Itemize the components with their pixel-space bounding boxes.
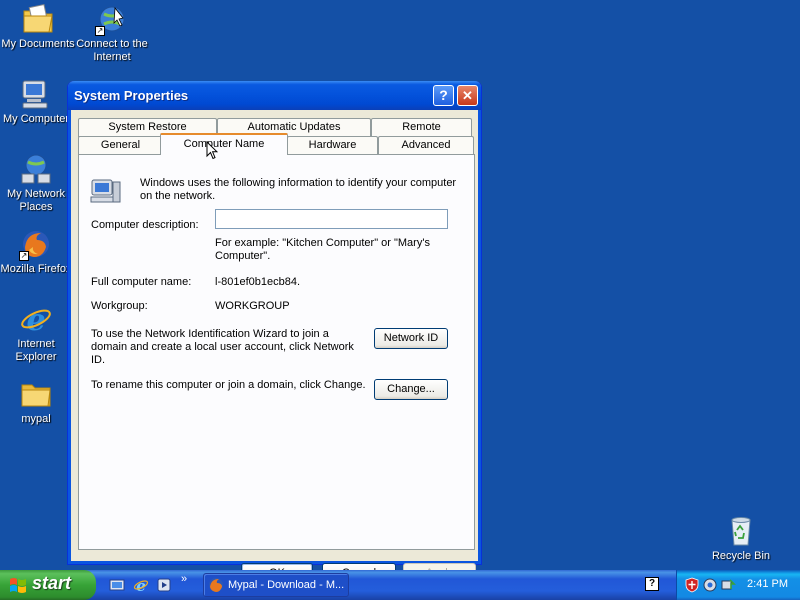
taskbar-item-label: Mypal - Download - M...	[228, 579, 345, 591]
system-properties-window: System Properties ? ✕ System Restore Aut…	[67, 81, 482, 584]
desktop-icon-label: Internet Explorer	[15, 338, 57, 363]
computer-network-icon	[90, 179, 121, 203]
windows-logo-icon	[10, 578, 26, 593]
network-id-button[interactable]: Network ID	[374, 328, 448, 349]
full-computer-name-value: l-801ef0b1ecb84.	[215, 276, 301, 288]
network-wizard-text: To use the Network Identification Wizard…	[91, 328, 354, 366]
desktop-icon-label: My Computer	[2, 113, 70, 125]
clock: 2:41 PM	[747, 578, 788, 590]
tab-hardware[interactable]: Hardware	[287, 136, 378, 155]
window-title: System Properties	[74, 88, 189, 103]
desktop-icon-firefox[interactable]: ↗ Mozilla Firefox	[0, 227, 74, 276]
desktop-icon-my-documents[interactable]: My Documents	[0, 2, 76, 51]
intro-text: Windows uses the following information t…	[140, 177, 457, 202]
my-computer-icon	[22, 80, 48, 109]
help-button[interactable]: ?	[433, 85, 454, 106]
network-tray-icon[interactable]	[702, 577, 718, 593]
computer-name-panel: Windows uses the following information t…	[78, 154, 475, 550]
taskbar: start e » Mypal - Download - M... ? 2:41…	[0, 570, 800, 600]
tab-label: Remote	[402, 121, 441, 133]
computer-description-label: Computer description:	[91, 219, 199, 231]
security-shield-icon[interactable]	[684, 577, 700, 593]
desktop-icon-my-computer[interactable]: My Computer	[0, 77, 74, 126]
tab-label: Hardware	[308, 139, 357, 151]
title-bar[interactable]: System Properties ? ✕	[68, 81, 481, 110]
system-tray: 2:41 PM	[676, 570, 800, 600]
internet-explorer-icon: e	[21, 303, 51, 336]
mouse-cursor-icon	[206, 141, 218, 160]
tab-label: General	[100, 139, 141, 151]
tab-advanced[interactable]: Advanced	[378, 136, 474, 155]
desktop-icon-mypal[interactable]: mypal	[0, 377, 74, 426]
svg-text:e: e	[136, 577, 146, 593]
svg-text:e: e	[26, 303, 45, 336]
close-button[interactable]: ✕	[457, 85, 478, 106]
computer-description-input[interactable]	[215, 209, 448, 229]
taskbar-item-mypal[interactable]: Mypal - Download - M...	[203, 573, 349, 597]
tab-general[interactable]: General	[78, 136, 163, 155]
desktop-icon-label: My Network Places	[6, 188, 66, 213]
desktop-icon-label: Connect to the Internet	[76, 38, 148, 63]
network-places-icon	[21, 154, 51, 184]
tab-computer-name[interactable]: Computer Name	[160, 133, 288, 155]
tab-label: Computer Name	[183, 138, 265, 150]
recycle-bin-icon	[731, 517, 751, 546]
example-text: For example: "Kitchen Computer" or "Mary…	[215, 237, 430, 262]
desktop-show-icon[interactable]	[109, 577, 125, 593]
help-tray-icon[interactable]: ?	[645, 577, 659, 591]
full-computer-name-label: Full computer name:	[91, 276, 192, 288]
quick-launch-chevron[interactable]: »	[181, 573, 187, 585]
window-body: System Restore Automatic Updates Remote …	[71, 110, 478, 584]
start-button[interactable]: start	[0, 570, 96, 600]
shortcut-arrow-icon: ↗	[19, 251, 29, 261]
workgroup-value: WORKGROUP	[215, 300, 290, 312]
desktop-icon-internet-explorer[interactable]: e Internet Explorer	[0, 302, 74, 364]
desktop-icon-label: Recycle Bin	[711, 550, 771, 562]
desktop-icon-label: mypal	[21, 413, 51, 425]
safely-remove-icon[interactable]	[720, 577, 736, 593]
tab-label: Advanced	[401, 139, 451, 151]
workgroup-label: Workgroup:	[91, 300, 148, 312]
desktop-icon-label: My Documents	[1, 38, 75, 50]
change-button[interactable]: Change...	[374, 379, 448, 400]
internet-explorer-icon[interactable]: e	[133, 577, 149, 593]
desktop-icon-connect-internet[interactable]: ↗ Connect to the Internet	[74, 2, 150, 64]
tab-label: System Restore	[108, 121, 187, 133]
desktop-icon-network-places[interactable]: My Network Places	[0, 152, 74, 214]
folder-icon	[21, 384, 51, 407]
tab-remote[interactable]: Remote	[371, 118, 472, 137]
desktop-icon-recycle-bin[interactable]: Recycle Bin	[703, 514, 779, 563]
tab-label: Automatic Updates	[247, 121, 341, 133]
firefox-icon	[209, 578, 223, 592]
my-documents-icon	[23, 3, 53, 33]
shortcut-arrow-icon: ↗	[95, 26, 105, 36]
media-player-icon[interactable]	[156, 577, 172, 593]
start-label: start	[32, 573, 72, 593]
desktop-icon-label: Mozilla Firefox	[0, 263, 72, 275]
rename-text: To rename this computer or join a domain…	[91, 379, 366, 391]
